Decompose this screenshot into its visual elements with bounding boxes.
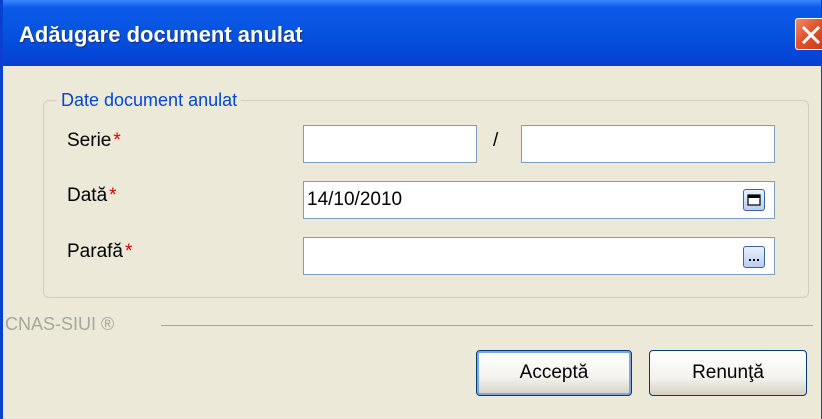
footer-label: CNAS-SIUI ® [5, 314, 115, 334]
close-button[interactable] [795, 18, 822, 50]
parafa-browse-button[interactable] [743, 246, 765, 268]
data-label: Dată * [67, 185, 117, 206]
required-marker: * [109, 185, 117, 206]
calendar-icon [747, 194, 761, 206]
window-title: Adăugare document anulat [19, 22, 303, 47]
date-input[interactable]: 14/10/2010 [303, 181, 775, 219]
serie-input-right[interactable] [521, 125, 775, 163]
groupbox-legend: Date document anulat [57, 90, 242, 111]
ellipsis-icon [749, 259, 759, 261]
parafa-label: Parafă * [67, 241, 133, 262]
date-value: 14/10/2010 [307, 189, 403, 210]
calendar-button[interactable] [743, 189, 765, 211]
title-bar[interactable]: Adăugare document anulat [3, 0, 822, 66]
footer-divider [161, 325, 813, 326]
parafa-input[interactable] [303, 237, 775, 275]
required-marker: * [113, 130, 121, 151]
serie-label: Serie * [67, 130, 121, 151]
close-icon [801, 25, 821, 45]
serie-separator: / [493, 130, 499, 151]
cancel-button[interactable]: Renunţă [649, 350, 807, 396]
accept-button[interactable]: Acceptă [476, 350, 632, 396]
dialog-window: Adăugare document anulat Date document a… [0, 0, 822, 419]
serie-input-left[interactable] [303, 125, 477, 163]
required-marker: * [124, 241, 133, 262]
